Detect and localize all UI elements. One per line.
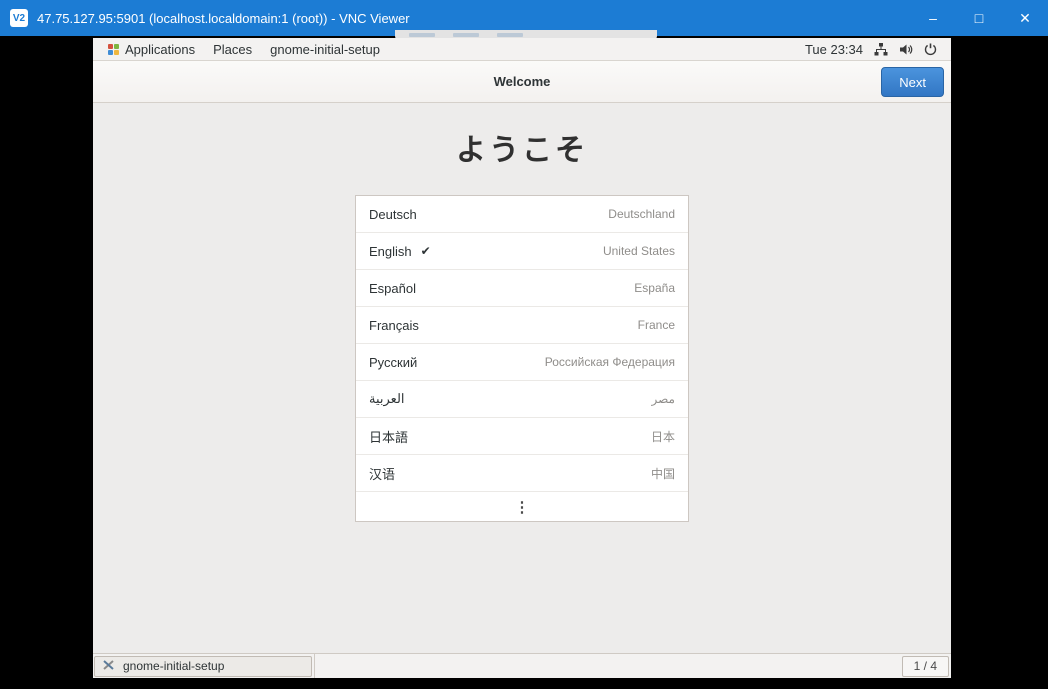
maximize-button[interactable]: □	[956, 0, 1002, 36]
places-menu-label: Places	[213, 42, 252, 57]
language-region: Deutschland	[608, 207, 675, 221]
language-name: Deutsch	[369, 207, 417, 222]
language-list: Deutsch Deutschland English ✔ United Sta…	[355, 195, 689, 522]
language-name: Русский	[369, 355, 417, 370]
vnc-logo-icon: V2	[10, 9, 28, 27]
app-header-bar: Welcome Next	[93, 61, 951, 103]
remote-desktop: Applications Places gnome-initial-setup …	[93, 38, 951, 678]
applications-menu-label: Applications	[125, 42, 195, 57]
check-icon: ✔	[421, 244, 431, 258]
page-title: Welcome	[494, 74, 551, 89]
vnc-toolbar-segment	[409, 33, 435, 37]
taskbar-divider	[314, 654, 315, 678]
language-region: 日本	[651, 428, 675, 445]
current-app-menu-label: gnome-initial-setup	[270, 42, 380, 57]
language-region: España	[634, 281, 675, 295]
applications-icon	[108, 44, 119, 55]
next-button[interactable]: Next	[881, 67, 944, 97]
minimize-button[interactable]: –	[910, 0, 956, 36]
language-name: Français	[369, 318, 419, 333]
language-row-russian[interactable]: Русский Российская Федерация	[356, 344, 688, 381]
vnc-toolbar-segment	[453, 33, 479, 37]
volume-icon[interactable]	[899, 38, 913, 60]
more-languages-button[interactable]: ⋮	[356, 492, 688, 521]
language-row-arabic[interactable]: العربية مصر	[356, 381, 688, 418]
language-row-deutsch[interactable]: Deutsch Deutschland	[356, 196, 688, 233]
power-icon[interactable]	[924, 38, 937, 60]
language-row-japanese[interactable]: 日本語 日本	[356, 418, 688, 455]
vnc-toolbar-segment	[497, 33, 523, 37]
more-icon: ⋮	[515, 498, 530, 516]
gnome-top-bar: Applications Places gnome-initial-setup …	[93, 38, 951, 61]
vnc-viewer-window: V2 47.75.127.95:5901 (localhost.localdom…	[0, 0, 1048, 689]
clock[interactable]: Tue 23:34	[805, 42, 863, 57]
language-row-espanol[interactable]: Español España	[356, 270, 688, 307]
places-menu[interactable]: Places	[204, 38, 261, 60]
top-bar-status-area: Tue 23:34	[805, 38, 945, 60]
app-icon	[102, 659, 116, 674]
bottom-taskbar: gnome-initial-setup 1 / 4	[93, 653, 951, 678]
welcome-heading: ようこそ	[456, 125, 588, 169]
language-name: Español	[369, 281, 416, 296]
current-app-menu[interactable]: gnome-initial-setup	[261, 38, 389, 60]
window-controls: – □ ✕	[910, 0, 1048, 36]
language-row-francais[interactable]: Français France	[356, 307, 688, 344]
language-name: English	[369, 244, 412, 259]
applications-menu[interactable]: Applications	[99, 38, 204, 60]
language-row-chinese[interactable]: 汉语 中国	[356, 455, 688, 492]
language-name: 汉语	[369, 464, 395, 483]
language-region: مصر	[652, 392, 675, 406]
network-icon[interactable]	[874, 38, 888, 60]
language-region: 中国	[651, 465, 675, 482]
language-region: United States	[603, 244, 675, 258]
taskbar-window-button[interactable]: gnome-initial-setup	[94, 656, 312, 677]
taskbar-window-label: gnome-initial-setup	[123, 659, 224, 673]
workspace-pager[interactable]: 1 / 4	[902, 656, 949, 677]
welcome-page: ようこそ Deutsch Deutschland English ✔ Unite…	[93, 103, 951, 653]
language-region: Российская Федерация	[545, 355, 675, 369]
window-title: 47.75.127.95:5901 (localhost.localdomain…	[37, 11, 410, 26]
language-name: 日本語	[369, 427, 408, 446]
language-region: France	[638, 318, 675, 332]
language-row-english[interactable]: English ✔ United States	[356, 233, 688, 270]
language-name: العربية	[369, 391, 405, 407]
close-button[interactable]: ✕	[1002, 0, 1048, 36]
